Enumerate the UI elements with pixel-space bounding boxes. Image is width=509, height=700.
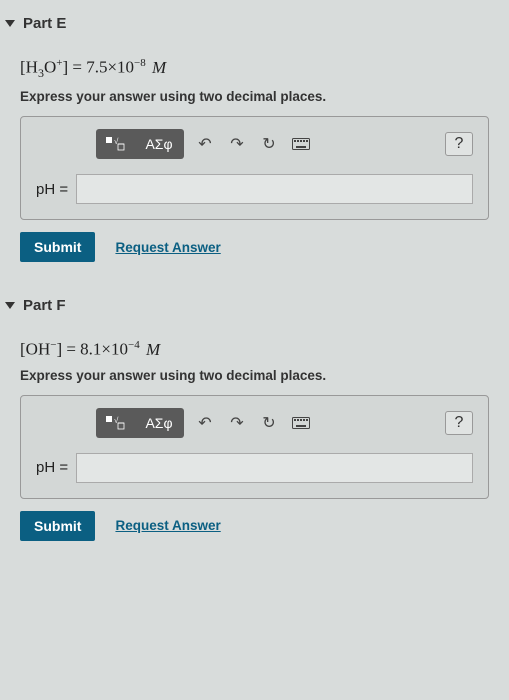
toolbar: √ ΑΣφ ↶ ↷ ↻ ? bbox=[96, 129, 473, 159]
submit-button[interactable]: Submit bbox=[20, 232, 95, 262]
equation: [OH−] = 8.1×10−4 M bbox=[20, 339, 489, 360]
redo-icon[interactable]: ↷ bbox=[226, 133, 248, 155]
answer-input[interactable] bbox=[76, 453, 473, 483]
part-title: Part F bbox=[23, 297, 66, 314]
answer-label: pH = bbox=[36, 459, 68, 476]
submit-button[interactable]: Submit bbox=[20, 511, 95, 541]
answer-input[interactable] bbox=[76, 174, 473, 204]
collapse-caret-icon[interactable] bbox=[5, 302, 15, 309]
reset-icon[interactable]: ↻ bbox=[258, 412, 280, 434]
instruction: Express your answer using two decimal pl… bbox=[20, 89, 489, 104]
keyboard-icon[interactable] bbox=[290, 133, 312, 155]
undo-icon[interactable]: ↶ bbox=[194, 133, 216, 155]
request-answer-link[interactable]: Request Answer bbox=[115, 240, 220, 255]
help-button[interactable]: ? bbox=[445, 411, 473, 435]
part-title: Part E bbox=[23, 15, 66, 32]
keyboard-icon[interactable] bbox=[290, 412, 312, 434]
equation: [H3O+] = 7.5×10−8 M bbox=[20, 57, 489, 81]
undo-icon[interactable]: ↶ bbox=[194, 412, 216, 434]
answer-box: √ ΑΣφ ↶ ↷ ↻ ? pH = bbox=[20, 116, 489, 220]
template-tool-button[interactable]: √ bbox=[96, 129, 134, 159]
greek-tool-button[interactable]: ΑΣφ bbox=[134, 129, 184, 159]
answer-label: pH = bbox=[36, 181, 68, 198]
greek-tool-button[interactable]: ΑΣφ bbox=[134, 408, 184, 438]
redo-icon[interactable]: ↷ bbox=[226, 412, 248, 434]
toolbar: √ ΑΣφ ↶ ↷ ↻ ? bbox=[96, 408, 473, 438]
instruction: Express your answer using two decimal pl… bbox=[20, 368, 489, 383]
reset-icon[interactable]: ↻ bbox=[258, 133, 280, 155]
request-answer-link[interactable]: Request Answer bbox=[115, 518, 220, 533]
collapse-caret-icon[interactable] bbox=[5, 20, 15, 27]
answer-box: √ ΑΣφ ↶ ↷ ↻ ? pH = bbox=[20, 395, 489, 499]
help-button[interactable]: ? bbox=[445, 132, 473, 156]
template-tool-button[interactable]: √ bbox=[96, 408, 134, 438]
